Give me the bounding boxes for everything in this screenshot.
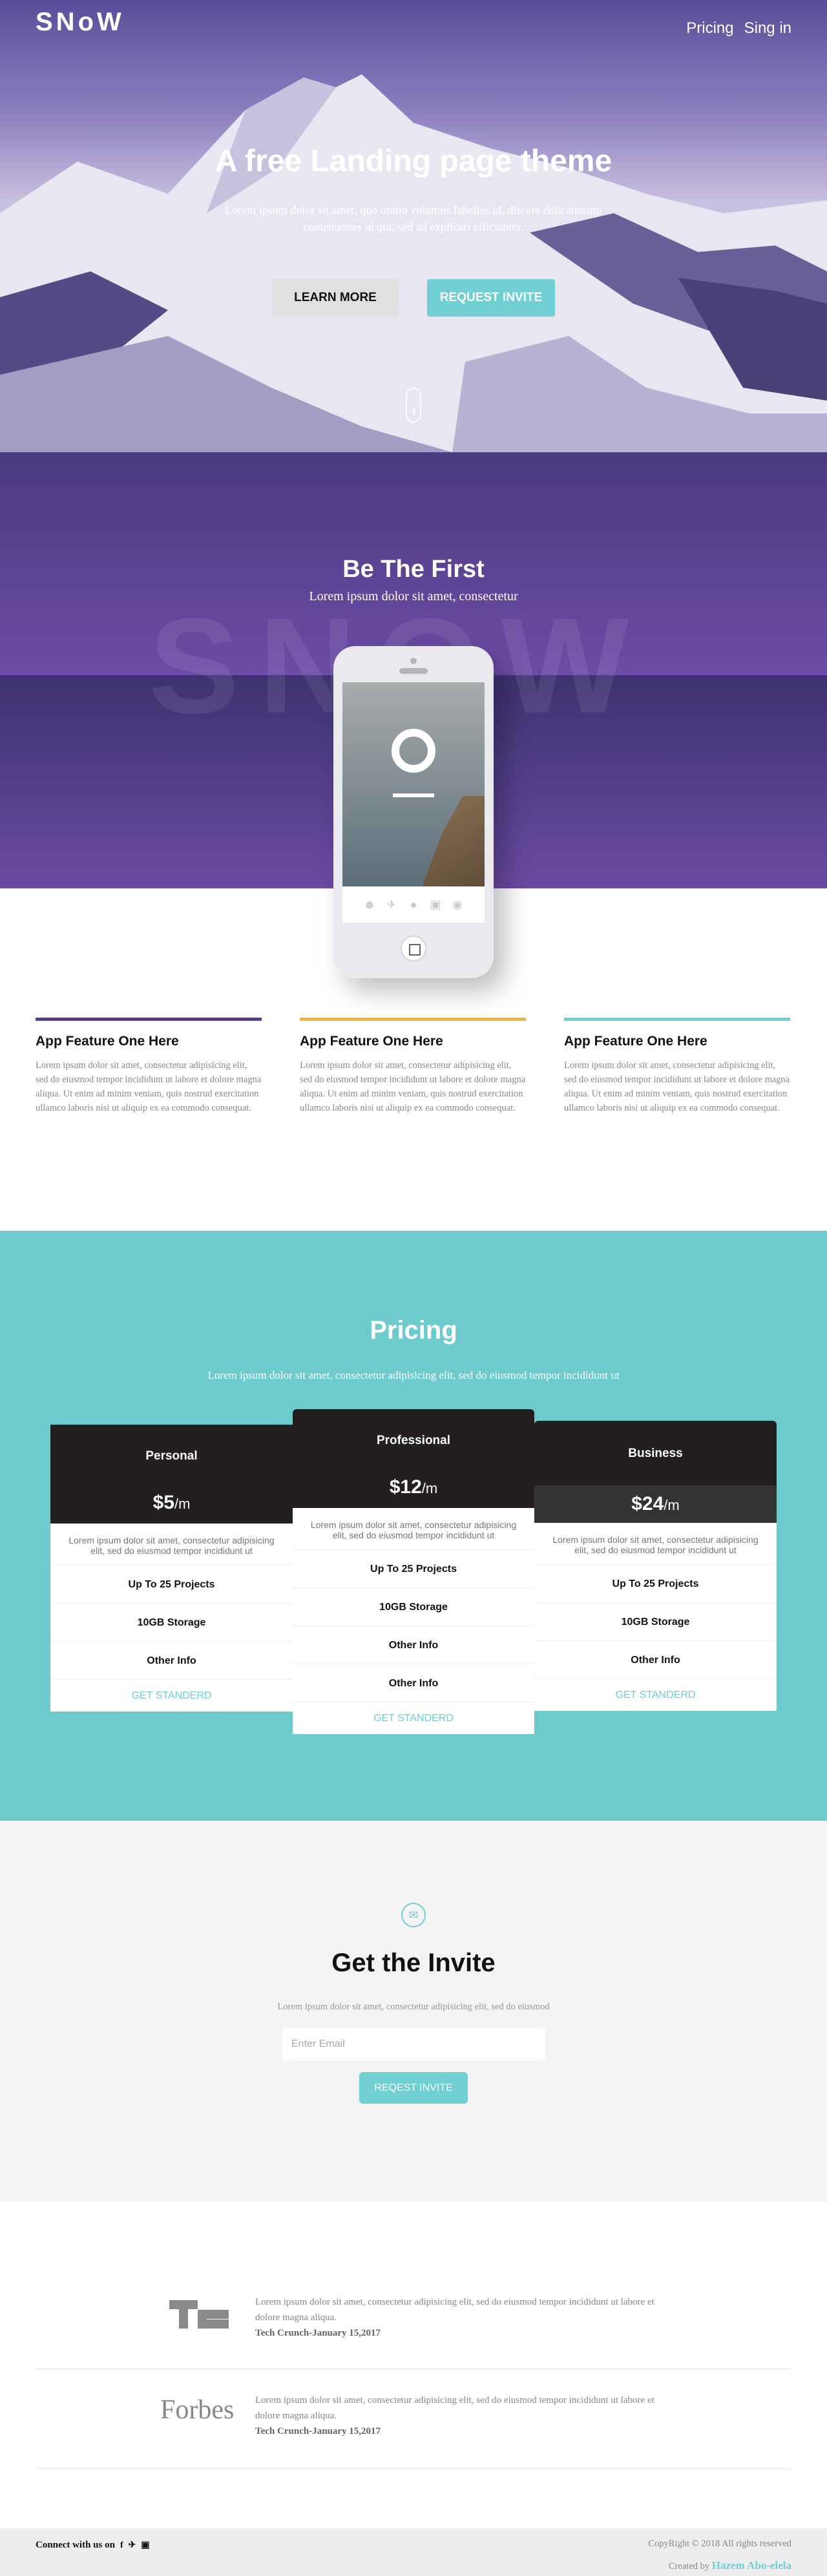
press-quote-source: Tech Crunch-January 15,2017 bbox=[255, 2426, 381, 2436]
feature-title: App Feature One Here bbox=[564, 1034, 707, 1049]
plan-feature: 10GB Storage bbox=[293, 1587, 534, 1626]
hero-title: A free Landing page theme bbox=[215, 144, 612, 178]
feature-text: Lorem ipsum dolor sit amet, consectetur … bbox=[564, 1060, 790, 1113]
request-invite-submit-button[interactable]: REQEST INVITE bbox=[359, 2072, 468, 2104]
twitter-icon[interactable]: ✈ bbox=[129, 2540, 136, 2551]
feature-card: App Feature One Here Lorem ipsum dolor s… bbox=[36, 1018, 262, 1115]
pricing-title: Pricing bbox=[370, 1316, 457, 1345]
feature-accent-line bbox=[564, 1018, 790, 1021]
plan-description: Lorem ipsum dolor sit amet, consectetur … bbox=[310, 1520, 517, 1540]
techcrunch-logo bbox=[169, 2300, 229, 2329]
feature-text: Lorem ipsum dolor sit amet, consectetur … bbox=[300, 1060, 526, 1113]
feature-accent-line bbox=[300, 1018, 526, 1021]
plan-price: $24/m bbox=[534, 1485, 777, 1523]
copyright-text: CopyRight © 2018 All rights reserved bbox=[648, 2539, 791, 2549]
press-quote-text: Lorem ipsum dolor sit amet, consectetur … bbox=[255, 2297, 654, 2323]
top-nav: SNoW Pricing Sing in bbox=[0, 0, 827, 58]
request-invite-button[interactable]: REQUEST INVITE bbox=[427, 279, 555, 317]
pricing-card-header: Business bbox=[534, 1421, 777, 1485]
facebook-icon[interactable]: f bbox=[120, 2540, 123, 2551]
author-link[interactable]: Hazem Abo-elela bbox=[712, 2559, 791, 2571]
instagram-icon[interactable]: ▣ bbox=[141, 2540, 149, 2551]
press-section: Lorem ipsum dolor sit amet, consectetur … bbox=[0, 2202, 827, 2528]
created-by: Created by Hazem Abo-elela bbox=[668, 2559, 791, 2571]
plan-feature: Other Info bbox=[293, 1664, 534, 1702]
get-standard-button[interactable]: GET STANDERD bbox=[293, 1702, 534, 1734]
feature-accent-line bbox=[36, 1018, 262, 1021]
pricing-card-business: Business $24/m Lorem ipsum dolor sit ame… bbox=[534, 1421, 777, 1711]
invite-section: Get the Invite Lorem ipsum dolor sit ame… bbox=[0, 1821, 827, 2202]
features-section: App Feature One Here Lorem ipsum dolor s… bbox=[0, 888, 827, 1231]
plan-feature: Up To 25 Projects bbox=[534, 1564, 777, 1602]
phone-camera bbox=[410, 658, 417, 664]
plan-name: Personal bbox=[145, 1449, 198, 1463]
nav-link-sign-in[interactable]: Sing in bbox=[744, 19, 791, 37]
plan-feature: Other Info bbox=[534, 1640, 777, 1679]
connect-with-us: Connect with us on f ✈ ▣ bbox=[36, 2540, 150, 2551]
phone-screen bbox=[342, 682, 485, 886]
phone-speaker bbox=[399, 668, 428, 674]
plan-name: Business bbox=[628, 1447, 683, 1460]
plan-feature: Up To 25 Projects bbox=[50, 1565, 293, 1603]
plan-feature: 10GB Storage bbox=[50, 1603, 293, 1641]
footer: Connect with us on f ✈ ▣ CopyRight © 201… bbox=[0, 2528, 827, 2576]
scroll-down-icon[interactable] bbox=[406, 388, 421, 423]
hero-subtitle: Lorem ipsum dolor sit amet, quo oratio v… bbox=[225, 204, 602, 233]
press-quote-source: Tech Crunch-January 15,2017 bbox=[255, 2328, 381, 2338]
section-subtitle: Lorem ipsum dolor sit amet, consectetur bbox=[309, 589, 518, 603]
app-logo-icon bbox=[392, 729, 435, 773]
plan-description: Lorem ipsum dolor sit amet, consectetur … bbox=[552, 1534, 759, 1555]
forbes-logo: Forbes bbox=[160, 2395, 235, 2425]
pricing-card-header: Professional $12/m bbox=[293, 1409, 534, 1508]
feature-text: Lorem ipsum dolor sit amet, consectetur … bbox=[36, 1060, 262, 1113]
logo[interactable]: SNoW bbox=[36, 8, 125, 37]
press-quote: Lorem ipsum dolor sit amet, consectetur … bbox=[255, 2294, 675, 2341]
feature-card: App Feature One Here Lorem ipsum dolor s… bbox=[300, 1018, 526, 1115]
plan-feature: Other Info bbox=[293, 1626, 534, 1664]
invite-subtitle: Lorem ipsum dolor sit amet, consectetur … bbox=[277, 2002, 550, 2012]
pricing-card-professional: Professional $12/m Lorem ipsum dolor sit… bbox=[293, 1409, 534, 1734]
pricing-subtitle: Lorem ipsum dolor sit amet, consectetur … bbox=[207, 1369, 620, 1381]
plan-price: $5/m bbox=[152, 1492, 191, 1513]
nav-links: Pricing Sing in bbox=[686, 19, 791, 37]
plan-price: $12/m bbox=[389, 1476, 438, 1498]
get-standard-button[interactable]: GET STANDERD bbox=[534, 1679, 777, 1711]
invite-title: Get the Invite bbox=[331, 1949, 496, 1977]
plan-feature: Up To 25 Projects bbox=[293, 1549, 534, 1587]
get-standard-button[interactable]: GET STANDERD bbox=[50, 1679, 293, 1712]
press-quote-text: Lorem ipsum dolor sit amet, consectetur … bbox=[255, 2395, 654, 2421]
nav-link-pricing[interactable]: Pricing bbox=[686, 19, 733, 37]
feature-card: App Feature One Here Lorem ipsum dolor s… bbox=[564, 1018, 790, 1115]
section-title: Be The First bbox=[342, 556, 485, 583]
plan-feature: 10GB Storage bbox=[534, 1602, 777, 1640]
press-quote: Lorem ipsum dolor sit amet, consectetur … bbox=[255, 2393, 675, 2439]
learn-more-button[interactable]: LEARN MORE bbox=[272, 279, 399, 317]
hero-section: SNoW Pricing Sing in A free Landing page… bbox=[0, 0, 827, 452]
feature-title: App Feature One Here bbox=[300, 1034, 443, 1049]
pricing-section: Pricing Lorem ipsum dolor sit amet, cons… bbox=[0, 1231, 827, 1821]
pricing-card-header: Personal $5/m bbox=[50, 1425, 293, 1524]
connect-label: Connect with us on bbox=[36, 2540, 115, 2550]
pricing-card-personal: Personal $5/m Lorem ipsum dolor sit amet… bbox=[50, 1425, 293, 1712]
be-the-first-section: SNOW Be The First Lorem ipsum dolor sit … bbox=[0, 452, 827, 978]
plan-name: Professional bbox=[376, 1434, 451, 1447]
feature-title: App Feature One Here bbox=[36, 1034, 179, 1049]
plan-feature: Other Info bbox=[50, 1641, 293, 1679]
hero-buttons: LEARN MORE REQUEST INVITE bbox=[0, 279, 827, 317]
email-input[interactable] bbox=[282, 2028, 545, 2060]
plan-description: Lorem ipsum dolor sit amet, consectetur … bbox=[68, 1535, 275, 1556]
mail-icon bbox=[401, 1903, 426, 1927]
